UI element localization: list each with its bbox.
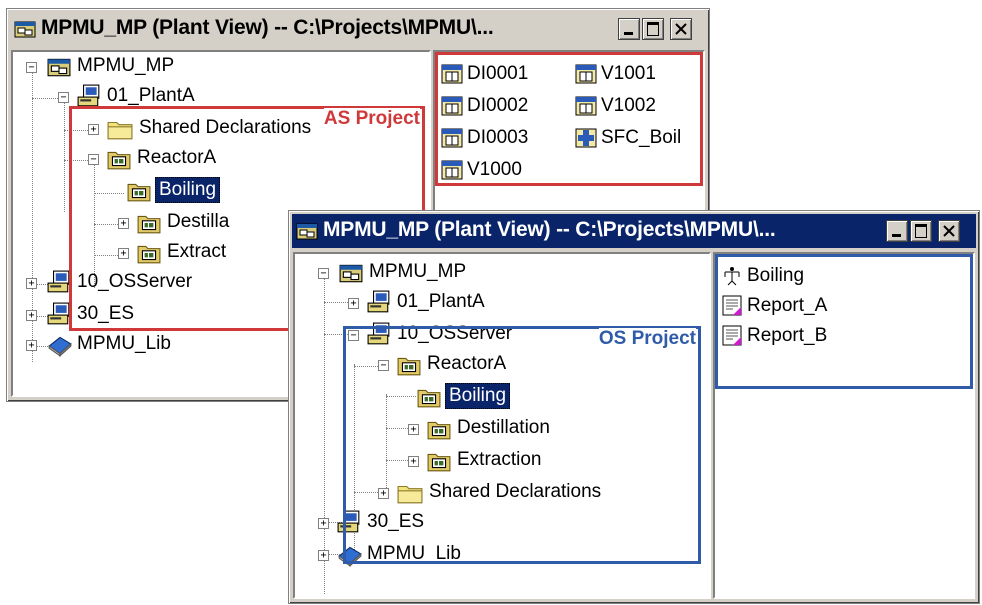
tree-node-label: MPMU_MP (77, 55, 175, 76)
maximize-button[interactable] (642, 18, 664, 40)
tree-node-label: 01_PlantA (107, 85, 195, 106)
multiproject-icon (296, 221, 318, 241)
close-button[interactable] (938, 220, 960, 242)
os-project-label: OS Project (598, 328, 696, 350)
window-title: MPMU_MP (Plant View) -- C:\Projects\MPMU… (323, 218, 776, 241)
maximize-button[interactable] (910, 220, 932, 242)
expand-toggle[interactable]: + (26, 278, 37, 289)
expand-toggle[interactable]: + (26, 340, 37, 351)
expand-toggle[interactable]: + (318, 550, 329, 561)
multiproject-icon (47, 56, 71, 78)
station-icon (367, 290, 391, 314)
tree-node-label: 01_PlantA (397, 291, 485, 312)
title-bar[interactable]: MPMU_MP (Plant View) -- C:\Projects\MPMU… (10, 12, 706, 46)
library-icon (47, 333, 73, 357)
multiproject-icon (339, 262, 363, 284)
as-project-label: AS Project (323, 108, 420, 130)
minimize-button[interactable] (886, 220, 908, 242)
expand-toggle[interactable]: + (318, 518, 329, 529)
station-icon (47, 270, 71, 294)
minimize-button[interactable] (618, 18, 640, 40)
collapse-toggle[interactable]: − (58, 92, 69, 103)
station-icon (47, 302, 71, 326)
tree-node-label: MPMU_MP (369, 261, 467, 282)
station-icon (77, 84, 101, 108)
plant-view-window-os[interactable]: MPMU_MP (Plant View) -- C:\Projects\MPMU… (288, 210, 980, 604)
multiproject-icon (14, 19, 36, 39)
os-project-highlight: OS Project (343, 326, 701, 564)
as-content-highlight (435, 52, 703, 186)
close-icon (675, 23, 687, 35)
expand-toggle[interactable]: + (26, 310, 37, 321)
tree-node-label: MPMU_Lib (77, 333, 171, 354)
collapse-toggle[interactable]: − (26, 62, 37, 73)
close-button[interactable] (670, 18, 692, 40)
window-title: MPMU_MP (Plant View) -- C:\Projects\MPMU… (41, 16, 494, 39)
os-content-highlight (715, 254, 973, 389)
title-bar[interactable]: MPMU_MP (Plant View) -- C:\Projects\MPMU… (292, 214, 976, 248)
tree-pane[interactable]: − MPMU_MP + 01_PlantA − 10_OSServer − Re… (293, 252, 711, 599)
content-list-pane[interactable]: Boiling Report_A Report_B (713, 252, 975, 599)
expand-toggle[interactable]: + (348, 298, 359, 309)
close-icon (943, 225, 955, 237)
collapse-toggle[interactable]: − (318, 268, 329, 279)
